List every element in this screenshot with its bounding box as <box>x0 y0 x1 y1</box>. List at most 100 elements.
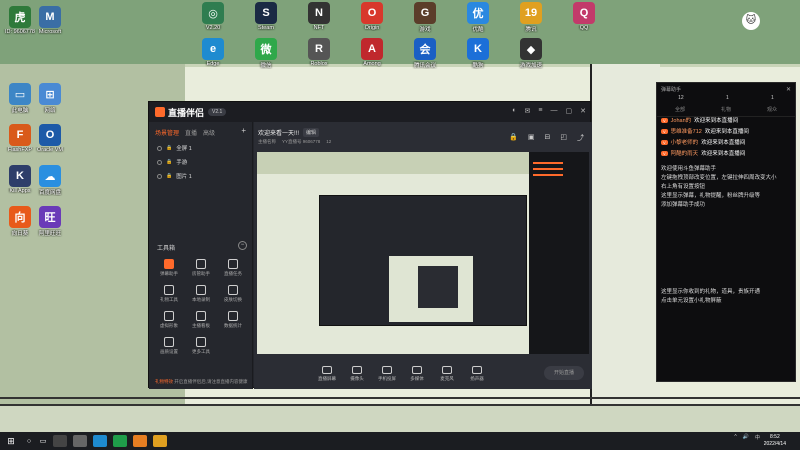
tab-live[interactable]: 直播 <box>185 128 197 137</box>
tool-button[interactable]: 更多工具 <box>185 337 217 355</box>
desktop-icon[interactable]: Q QQ <box>566 2 602 31</box>
tool-label: 直播任务 <box>224 271 242 276</box>
volume-icon[interactable]: 🔊 <box>743 434 749 441</box>
desktop-icon[interactable]: ◎ V2.20 <box>195 2 231 31</box>
window-controls: ◐ ✉ ≡ — ▢ ✕ <box>512 107 586 115</box>
desktop-icon[interactable]: K 酷狗 <box>460 38 496 69</box>
taskbar-app-icon[interactable] <box>73 435 87 447</box>
eye-icon[interactable] <box>157 173 162 179</box>
preview-chat-line <box>533 162 563 164</box>
taskbar-app-icon[interactable] <box>153 435 167 447</box>
lock-icon[interactable]: 🔒 <box>166 159 172 165</box>
app-icon: 虎 <box>9 6 31 28</box>
edit-title-button[interactable]: 编辑 <box>303 128 320 137</box>
tool-button[interactable]: 主播看板 <box>185 311 217 329</box>
stream-preview[interactable] <box>257 152 589 354</box>
layout-icon[interactable]: ⊟ <box>545 133 551 143</box>
add-scene-icon[interactable]: + <box>241 127 246 137</box>
skin-icon[interactable]: ◐ <box>512 107 516 115</box>
eye-icon[interactable] <box>157 145 162 151</box>
username[interactable]: Johan的 <box>671 116 692 124</box>
start-live-button[interactable]: 开始直播 <box>544 366 584 380</box>
window-icon[interactable]: ▣ <box>528 133 535 143</box>
lock-icon[interactable]: 🔒 <box>166 173 172 179</box>
tool-button[interactable]: 画质设置 <box>153 337 185 355</box>
source-button[interactable]: 摄像头 <box>342 366 372 382</box>
scene-item[interactable]: 🔒 手游 <box>149 155 252 169</box>
desktop-icon[interactable]: S Steam <box>248 2 284 31</box>
search-icon[interactable]: ○ <box>22 438 36 445</box>
app-icon: 微 <box>255 38 277 60</box>
tool-icon <box>196 285 206 295</box>
desktop-icon[interactable]: N NFT <box>301 2 337 31</box>
close-icon[interactable]: ✕ <box>786 86 791 93</box>
desktop-icon[interactable]: 优优酷 <box>460 2 496 33</box>
username[interactable]: 思维准备712 <box>671 127 702 135</box>
username[interactable]: 阿酷的雨天 <box>671 149 699 157</box>
source-button[interactable]: 多媒体 <box>402 366 432 382</box>
clock[interactable]: 8:52 2022/4/14 <box>764 434 786 448</box>
source-button[interactable]: 手机投屏 <box>372 366 402 382</box>
tool-button[interactable]: 虚拟形象 <box>153 311 185 329</box>
tool-icon <box>164 337 174 347</box>
desktop-icon[interactable]: 微微信 <box>248 38 284 69</box>
desktop-icon-label: Origin <box>364 25 380 31</box>
desktop-icon[interactable]: M Microsoft <box>32 6 68 35</box>
taskbar-app-icon[interactable] <box>53 435 67 447</box>
source-label: 多媒体 <box>410 376 424 381</box>
wallpaper-floor <box>0 404 800 432</box>
tab-all[interactable]: 全部 <box>675 106 685 113</box>
source-button[interactable]: 扬声器 <box>462 366 492 382</box>
username[interactable]: 小黎老师的 <box>671 138 699 146</box>
mail-icon[interactable]: ✉ <box>525 107 531 115</box>
scene-item[interactable]: 🔒 全屏 1 <box>149 141 252 155</box>
desktop-icon[interactable]: ☁ 百度网盘 <box>32 165 68 196</box>
minimize-icon[interactable]: — <box>551 107 558 115</box>
tool-button[interactable]: 礼物工具 <box>153 285 185 303</box>
desktop-icon[interactable]: ◆ 游戏加速 <box>513 38 549 69</box>
tool-button[interactable]: 数据统计 <box>217 311 249 329</box>
tool-button[interactable]: 房管助手 <box>185 259 217 277</box>
ime-indicator[interactable]: 中 <box>755 434 760 441</box>
eye-icon[interactable] <box>157 159 162 165</box>
screenshot-icon[interactable]: ◰ <box>560 133 567 143</box>
tab-gifts[interactable]: 礼物 <box>721 106 731 113</box>
share-icon[interactable]: ⤴ <box>577 133 584 143</box>
tray-expand-icon[interactable]: ^ <box>734 434 736 441</box>
desktop-icon[interactable]: O Oracle VM <box>32 124 68 153</box>
tool-button[interactable]: 弹幕助手 <box>153 259 185 277</box>
taskbar-app-icon[interactable] <box>113 435 127 447</box>
tool-button[interactable]: 直播任务 <box>217 259 249 277</box>
close-icon[interactable]: ✕ <box>580 107 586 115</box>
taskbar-app-icon[interactable] <box>133 435 147 447</box>
tab-audience[interactable]: 观众 <box>767 106 777 113</box>
scene-item[interactable]: 🔒 图片 1 <box>149 169 252 183</box>
lock-icon[interactable]: 🔒 <box>509 133 518 143</box>
start-button[interactable]: ⊞ <box>0 436 22 447</box>
desktop-icon[interactable]: 旺阿里旺旺 <box>32 206 68 237</box>
cat-avatar-icon[interactable]: 🐱 <box>742 12 760 30</box>
desktop-icon[interactable]: A Among <box>354 38 390 67</box>
desktop-icon[interactable]: O Origin <box>354 2 390 31</box>
desktop-icon[interactable]: ⊞ 网络 <box>32 83 68 114</box>
taskbar-app-icon[interactable] <box>93 435 107 447</box>
maximize-icon[interactable]: ▢ <box>566 107 573 115</box>
desktop-icon[interactable]: 19 腾讯 <box>513 2 549 33</box>
desktop-icon[interactable]: 会腾讯会议 <box>407 38 443 69</box>
stream-info: 主播名称 YY直播号 9606778 12 <box>258 139 331 145</box>
helper-message: 这里显示你收到的礼物，道具，贵族开通 <box>661 289 761 295</box>
task-view-icon[interactable]: ▭ <box>36 437 50 445</box>
toolbox-collapse-icon[interactable]: − <box>238 241 247 250</box>
tab-advanced[interactable]: 高级 <box>203 128 215 137</box>
tool-button[interactable]: 皮肤切换 <box>217 285 249 303</box>
tab-scenes[interactable]: 场景管理 <box>155 128 179 137</box>
desktop-icon[interactable]: e Edge <box>195 38 231 67</box>
desktop-icon[interactable]: R Roblox <box>301 38 337 67</box>
source-button[interactable]: 直播屏幕 <box>312 366 342 382</box>
menu-icon[interactable]: ≡ <box>538 107 542 115</box>
desktop-icon[interactable]: G 游戏 <box>407 2 443 33</box>
lock-icon[interactable]: 🔒 <box>166 145 172 151</box>
tool-button[interactable]: 本地录制 <box>185 285 217 303</box>
tool-label: 皮肤切换 <box>224 297 242 302</box>
source-button[interactable]: 麦克风 <box>432 366 462 382</box>
